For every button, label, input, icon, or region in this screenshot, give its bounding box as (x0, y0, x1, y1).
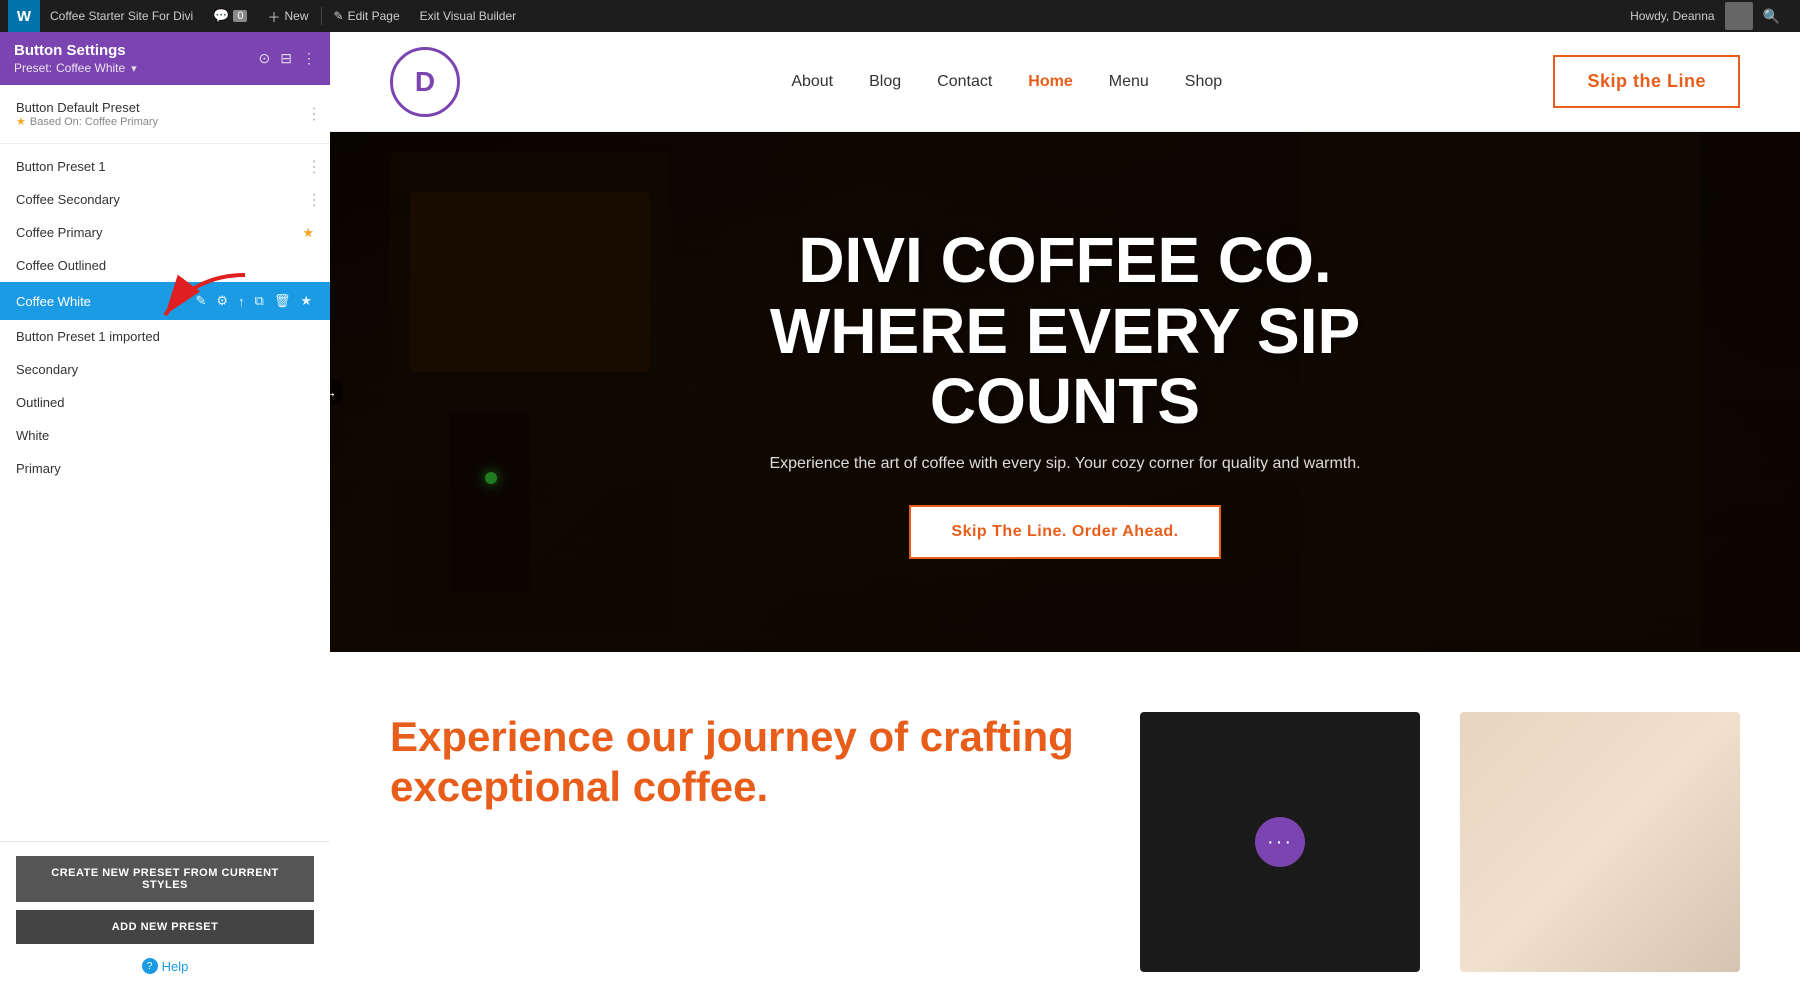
preset-name-outlined: Outlined (16, 395, 314, 410)
preset-more-icon3[interactable]: ⋮ (306, 190, 322, 210)
preset-name-coffee-primary: Coffee Primary (16, 225, 314, 240)
star-preset-icon[interactable]: ★ (298, 291, 314, 311)
hero-title: DIVI COFFEE CO. WHERE EVERY SIP COUNTS (685, 225, 1445, 436)
preset-name-imported: Button Preset 1 imported (16, 329, 314, 344)
preset-label: Preset: (14, 61, 52, 75)
panel-help: ? Help (16, 952, 314, 982)
upload-preset-icon[interactable]: ↑ (236, 292, 247, 311)
preset-more-icon[interactable]: ⋮ (306, 104, 322, 124)
pencil-icon: ✎ (334, 9, 344, 23)
comments-link[interactable]: 💬 0 (203, 0, 257, 32)
columns-icon[interactable]: ⊟ (280, 50, 292, 67)
site-logo: D (390, 47, 460, 117)
add-preset-button[interactable]: ADD NEW PRESET (16, 910, 314, 944)
preset-name-primary: Primary (16, 461, 314, 476)
below-hero-image1 (1140, 712, 1420, 972)
button-settings-panel: Button Settings Preset: Coffee White ▾ ⊙… (0, 32, 330, 996)
nav-blog[interactable]: Blog (869, 73, 901, 91)
preset-based-on: ★ Based On: Coffee Primary (16, 115, 158, 128)
panel-buttons: CREATE NEW PRESET FROM CURRENT STYLES AD… (0, 841, 330, 996)
delete-preset-icon[interactable]: 🗑 (272, 291, 293, 311)
hero-subtitle: Experience the art of coffee with every … (685, 455, 1445, 473)
preset-item-outlined[interactable]: Outlined (0, 386, 330, 419)
nav-home[interactable]: Home (1028, 73, 1072, 91)
chevron-down-icon[interactable]: ▾ (131, 62, 137, 75)
edit-page-label: Edit Page (348, 9, 400, 23)
more-options-icon[interactable]: ⋮ (302, 50, 316, 67)
wp-admin-bar: W Coffee Starter Site For Divi 💬 0 ＋ New… (0, 0, 1800, 32)
preset-list: Button Default Preset ★ Based On: Coffee… (0, 85, 330, 841)
search-icon[interactable]: 🔍 (1763, 8, 1780, 25)
separator (321, 7, 322, 25)
preset-item-coffee-primary[interactable]: Coffee Primary ★ (0, 216, 330, 249)
hero-content: DIVI COFFEE CO. WHERE EVERY SIP COUNTS E… (665, 225, 1465, 558)
preset-item-coffee-outlined[interactable]: Coffee Outlined (0, 249, 330, 282)
logo-letter: D (415, 66, 435, 98)
wp-logo[interactable]: W (8, 0, 40, 32)
plus-icon: ＋ (267, 7, 280, 26)
preset-item-coffee-white[interactable]: Coffee White ✎ ⚙ ↑ ⧉ 🗑 ★ (0, 282, 330, 320)
preset-name-coffee-secondary: Coffee Secondary (16, 192, 314, 207)
edit-preset-icon[interactable]: ✎ (193, 291, 208, 311)
preset-item-coffee-secondary[interactable]: Coffee Secondary ⋮ (0, 183, 330, 216)
preset-name-white: White (16, 428, 314, 443)
help-circle-icon: ? (142, 958, 158, 974)
panel-subtitle: Preset: Coffee White ▾ (14, 61, 137, 75)
user-greeting: Howdy, Deanna (1630, 9, 1715, 23)
new-link[interactable]: ＋ New (257, 0, 318, 32)
below-hero-text: Experience our journey of crafting excep… (390, 712, 1100, 972)
panel-header: Button Settings Preset: Coffee White ▾ ⊙… (0, 32, 330, 85)
copy-preset-icon[interactable]: ⧉ (253, 291, 266, 311)
settings-preset-icon[interactable]: ⚙ (214, 291, 230, 311)
nav-about[interactable]: About (791, 73, 833, 91)
admin-bar-right: Howdy, Deanna 🔍 (1630, 2, 1792, 30)
panel-header-icons: ⊙ ⊟ ⋮ (259, 50, 316, 67)
wp-logo-icon: W (17, 8, 31, 25)
edit-page-link[interactable]: ✎ Edit Page (324, 0, 410, 32)
exit-builder-label: Exit Visual Builder (420, 9, 517, 23)
preset-name-coffee-white: Coffee White (16, 294, 193, 309)
help-link[interactable]: ? Help (16, 958, 314, 974)
preset-item-white[interactable]: White (0, 419, 330, 452)
main-content: D About Blog Contact Home Menu Shop Skip… (330, 32, 1800, 996)
below-hero-image2 (1460, 712, 1740, 972)
create-preset-button[interactable]: CREATE NEW PRESET FROM CURRENT STYLES (16, 856, 314, 902)
site-nav: About Blog Contact Home Menu Shop (791, 73, 1222, 91)
current-preset-name: Coffee White (56, 61, 125, 75)
preset-name-coffee-outlined: Coffee Outlined (16, 258, 314, 273)
nav-shop[interactable]: Shop (1185, 73, 1222, 91)
user-avatar (1725, 2, 1753, 30)
preset-more-icon2[interactable]: ⋮ (306, 157, 322, 177)
comment-count: 0 (233, 10, 247, 22)
nav-contact[interactable]: Contact (937, 73, 992, 91)
site-name-text: Coffee Starter Site For Divi (50, 9, 193, 23)
star-icon-primary: ★ (302, 225, 314, 241)
nav-menu[interactable]: Menu (1109, 73, 1149, 91)
hero-section: DIVI COFFEE CO. WHERE EVERY SIP COUNTS E… (330, 132, 1800, 652)
help-label: Help (162, 959, 189, 974)
preset-name-secondary: Secondary (16, 362, 314, 377)
star-filled-icon: ★ (16, 115, 26, 128)
exit-builder-link[interactable]: Exit Visual Builder (410, 0, 527, 32)
preset-name-preset1: Button Preset 1 (16, 159, 314, 174)
preset-item-primary[interactable]: Primary (0, 452, 330, 485)
panel-title: Button Settings (14, 42, 137, 59)
below-hero-title: Experience our journey of crafting excep… (390, 712, 1100, 813)
hero-cta-button[interactable]: Skip The Line. Order Ahead. (909, 505, 1220, 559)
preset-item-secondary[interactable]: Secondary (0, 353, 330, 386)
site-header: D About Blog Contact Home Menu Shop Skip… (330, 32, 1800, 132)
new-label: New (285, 9, 309, 23)
preset-name-default: Button Default Preset (16, 100, 158, 115)
play-button[interactable] (1255, 817, 1305, 867)
preset-actions: ✎ ⚙ ↑ ⧉ 🗑 ★ (193, 291, 314, 311)
preset-item-default[interactable]: Button Default Preset ★ Based On: Coffee… (0, 91, 330, 137)
preset-item-imported[interactable]: Button Preset 1 imported (0, 320, 330, 353)
target-icon[interactable]: ⊙ (259, 50, 271, 67)
comment-icon: 💬 (213, 8, 229, 24)
below-hero-section: Experience our journey of crafting excep… (330, 652, 1800, 996)
site-name-link[interactable]: Coffee Starter Site For Divi (40, 0, 203, 32)
header-cta-button[interactable]: Skip the Line (1553, 55, 1740, 108)
divider (0, 143, 330, 144)
preset-item-preset1[interactable]: Button Preset 1 ⋮ (0, 150, 330, 183)
